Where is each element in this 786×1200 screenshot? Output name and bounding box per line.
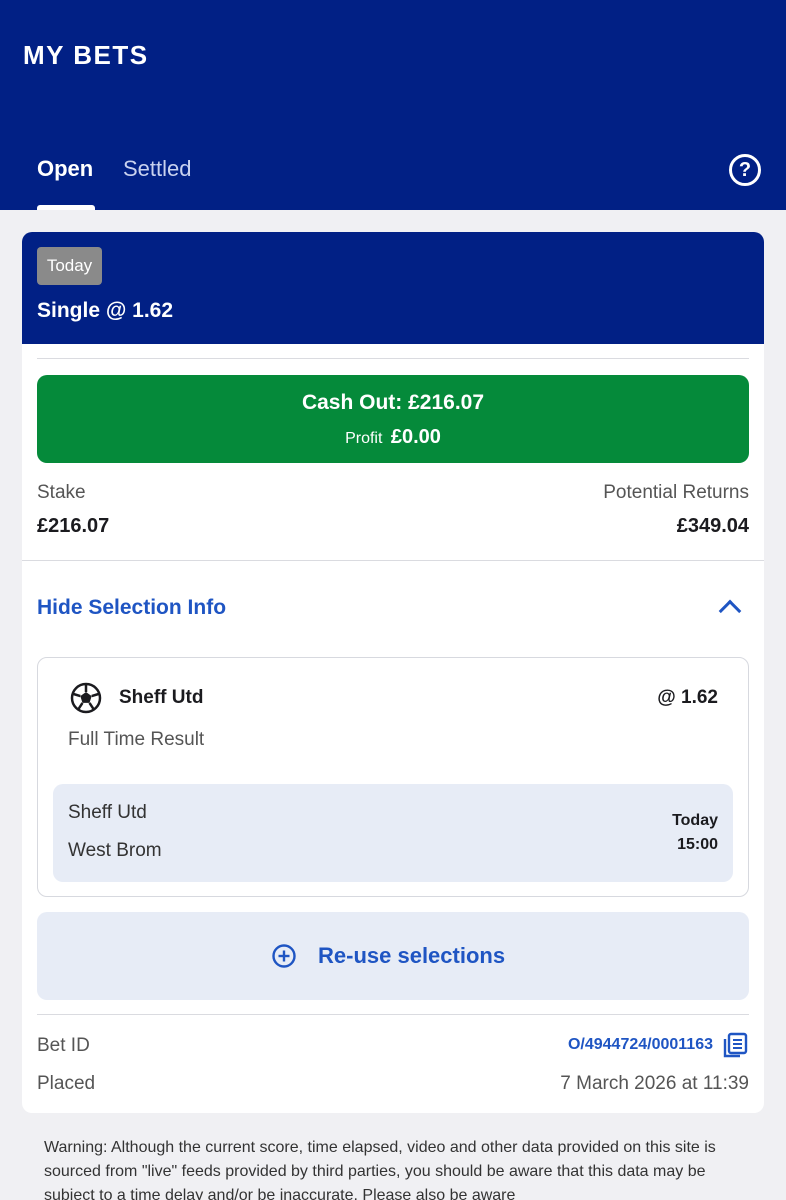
copy-icon[interactable] — [722, 1032, 748, 1058]
cash-out-label: Cash Out: £216.07 — [301, 391, 485, 414]
divider — [37, 1014, 749, 1015]
bet-card-header: Today Single @ 1.62 — [22, 232, 764, 344]
selection-odds: @ 1.62 — [657, 687, 718, 708]
divider — [37, 358, 749, 359]
app-header: MY BETS Open Settled ? — [0, 0, 786, 210]
event-details[interactable]: Sheff Utd West Brom Today 15:00 — [53, 784, 733, 882]
home-team: Sheff Utd — [68, 802, 147, 823]
placed-label: Placed — [37, 1073, 96, 1094]
hide-selection-info-link[interactable]: Hide Selection Info — [37, 596, 226, 620]
plus-circle-icon — [272, 944, 296, 968]
event-time: 15:00 — [677, 836, 718, 853]
potential-returns-label: Potential Returns — [603, 482, 749, 503]
tab-open[interactable]: Open — [37, 156, 93, 182]
away-team: West Brom — [68, 840, 162, 861]
bet-id-label: Bet ID — [37, 1035, 90, 1056]
stake-value: £216.07 — [37, 515, 110, 537]
selection-name: Sheff Utd — [119, 687, 204, 708]
selection-market: Full Time Result — [68, 729, 205, 750]
stake-label: Stake — [37, 482, 86, 503]
live-data-warning: Warning: Although the current score, tim… — [44, 1139, 716, 1200]
active-tab-indicator — [37, 205, 95, 210]
today-badge: Today — [37, 247, 102, 285]
event-day: Today — [672, 812, 718, 829]
potential-returns-value: £349.04 — [676, 515, 749, 537]
selection-card: Sheff Utd @ 1.62 Full Time Result Sheff … — [37, 657, 749, 897]
reuse-selections-label: Re-use selections — [318, 943, 506, 968]
placed-value: 7 March 2026 at 11:39 — [560, 1073, 749, 1094]
bet-card: Today Single @ 1.62 Cash Out: £216.07 Pr… — [22, 232, 764, 1113]
bet-type-label: Single @ 1.62 — [37, 299, 174, 322]
profit-value: £0.00 — [390, 426, 441, 448]
profit-line: Profit £0.00 — [37, 426, 749, 449]
cash-out-button[interactable]: Cash Out: £216.07 Profit £0.00 — [37, 375, 749, 463]
tab-settled[interactable]: Settled — [123, 156, 192, 182]
bet-id-value: O/4944724/0001163 — [567, 1036, 713, 1053]
chevron-up-icon[interactable] — [718, 599, 742, 623]
page-title: MY BETS — [23, 40, 149, 70]
profit-label: Profit — [345, 430, 383, 447]
divider — [22, 560, 764, 561]
football-icon — [70, 682, 102, 714]
help-icon[interactable]: ? — [729, 154, 761, 186]
reuse-selections-button[interactable]: Re-use selections — [37, 912, 749, 1000]
